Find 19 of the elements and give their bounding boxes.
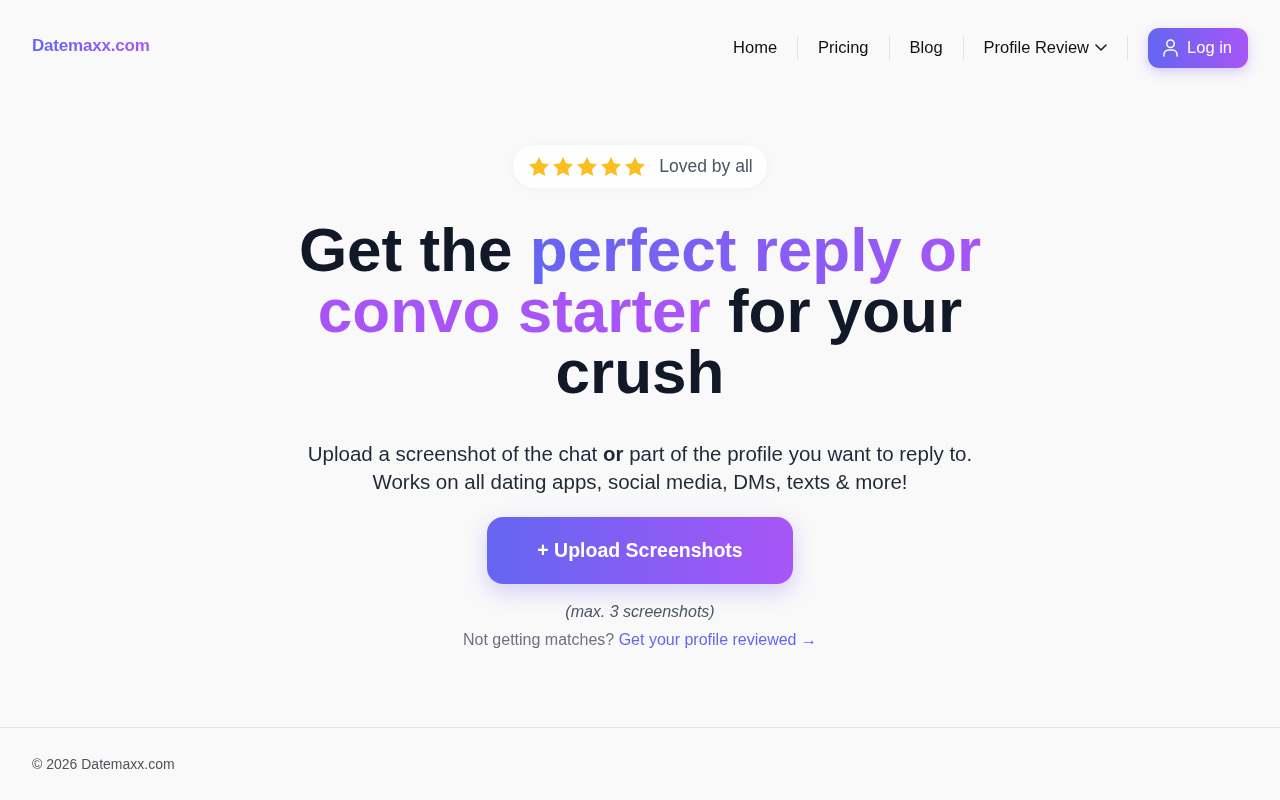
star-icon	[553, 157, 574, 176]
nav-link[interactable]: Home	[733, 38, 778, 57]
star-icon	[577, 157, 598, 176]
profile-review-link[interactable]: Get your profile reviewed →	[618, 631, 817, 648]
chevron-down-icon	[1095, 44, 1108, 51]
profile-review-prompt: Not getting matches? Get your profile reviewed →	[463, 630, 817, 650]
nav-dropdown[interactable]: Profile Review	[983, 38, 1108, 57]
nav-link[interactable]: Blog	[909, 38, 943, 57]
rating-label: Loved by all	[659, 156, 753, 177]
copyright-text: © 2026 Datemaxx.com	[32, 756, 175, 772]
nav-link[interactable]: Pricing	[818, 38, 869, 57]
star-icon	[625, 157, 646, 176]
star-icon	[601, 157, 622, 176]
upload-screenshots-button[interactable]: + Upload Screenshots	[487, 517, 793, 584]
login-button[interactable]: Log in	[1148, 27, 1248, 68]
hero-description: Upload a screenshot of the chat or part of the profile you want to reply to. Works on all dating apps, social media, DMs, texts & more!	[307, 441, 973, 495]
user-icon	[1163, 38, 1179, 57]
upload-limit-note: (max. 3 screenshots)	[565, 602, 715, 622]
star-icon	[529, 157, 550, 176]
